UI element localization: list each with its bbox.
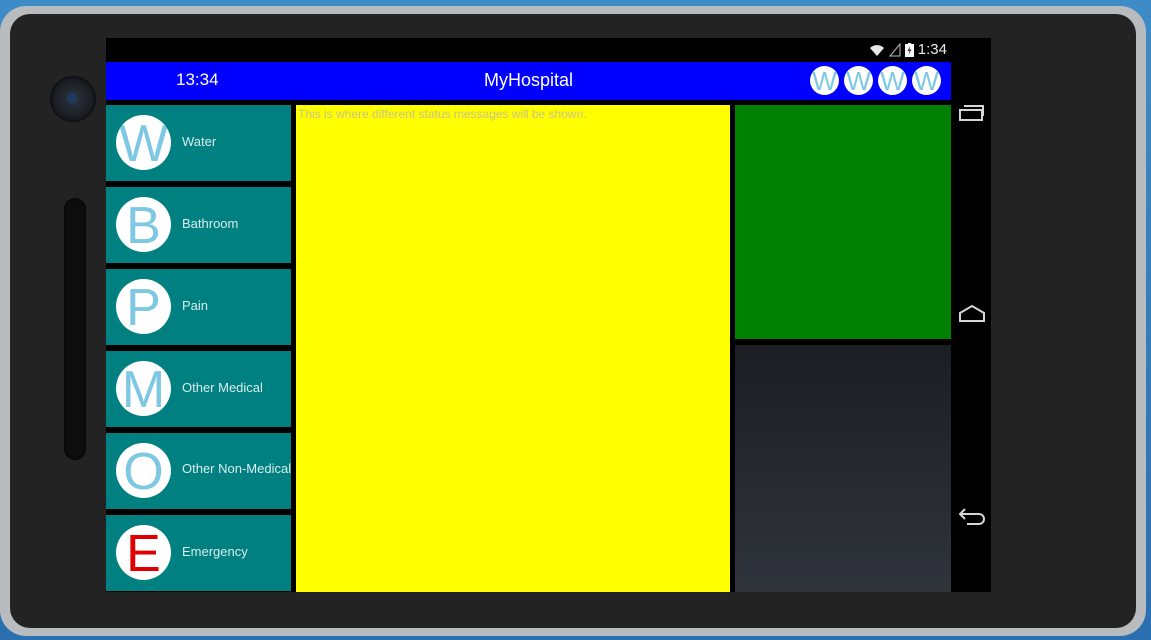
status-bar: 1:34	[106, 38, 991, 62]
camera-icon	[50, 76, 96, 122]
wifi-icon	[869, 44, 884, 56]
emergency-button[interactable]: E Emergency	[106, 515, 291, 591]
pain-button[interactable]: P Pain	[106, 269, 291, 345]
recent-apps-icon[interactable]	[957, 102, 987, 126]
back-icon[interactable]	[957, 503, 987, 527]
other-non-medical-label: Other Non-Medical	[182, 461, 292, 476]
water-request-badge[interactable]: W	[912, 66, 941, 96]
other-non-medical-icon: O	[116, 443, 171, 498]
cellular-signal-icon	[888, 42, 901, 56]
other-non-medical-button[interactable]: O Other Non-Medical	[106, 433, 291, 509]
navigation-bar	[951, 62, 991, 592]
bathroom-icon: B	[116, 197, 171, 252]
battery-charging-icon	[904, 42, 914, 57]
request-badges: W W W W	[810, 66, 941, 96]
status-message: This is where different status messages …	[298, 107, 587, 121]
side-speaker-slot	[64, 198, 86, 460]
water-label: Water	[182, 134, 217, 149]
water-icon: W	[116, 115, 171, 170]
water-button[interactable]: W Water	[106, 105, 291, 181]
green-panel	[735, 105, 951, 339]
status-time: 1:34	[917, 41, 947, 58]
status-message-panel: This is where different status messages …	[296, 105, 730, 592]
emergency-icon: E	[116, 525, 171, 580]
other-medical-button[interactable]: M Other Medical	[106, 351, 291, 427]
emergency-label: Emergency	[182, 544, 248, 559]
pain-icon: P	[116, 279, 171, 334]
water-request-badge[interactable]: W	[810, 66, 839, 96]
request-sidebar: W Water B Bathroom P Pain M Other Medica…	[106, 105, 291, 592]
water-request-badge[interactable]: W	[878, 66, 907, 96]
device-screen: 1:34 13:34 MyHospital W W W W W Water B …	[106, 38, 991, 592]
water-request-badge[interactable]: W	[844, 66, 873, 96]
bathroom-button[interactable]: B Bathroom	[106, 187, 291, 263]
other-medical-label: Other Medical	[182, 380, 263, 395]
pain-label: Pain	[182, 298, 209, 313]
bathroom-label: Bathroom	[182, 216, 239, 231]
dark-panel	[735, 345, 951, 592]
app-bar: 13:34 MyHospital W W W W	[106, 62, 951, 100]
status-icons: 1:34	[869, 41, 947, 58]
other-medical-icon: M	[116, 361, 171, 416]
home-icon[interactable]	[957, 302, 987, 326]
